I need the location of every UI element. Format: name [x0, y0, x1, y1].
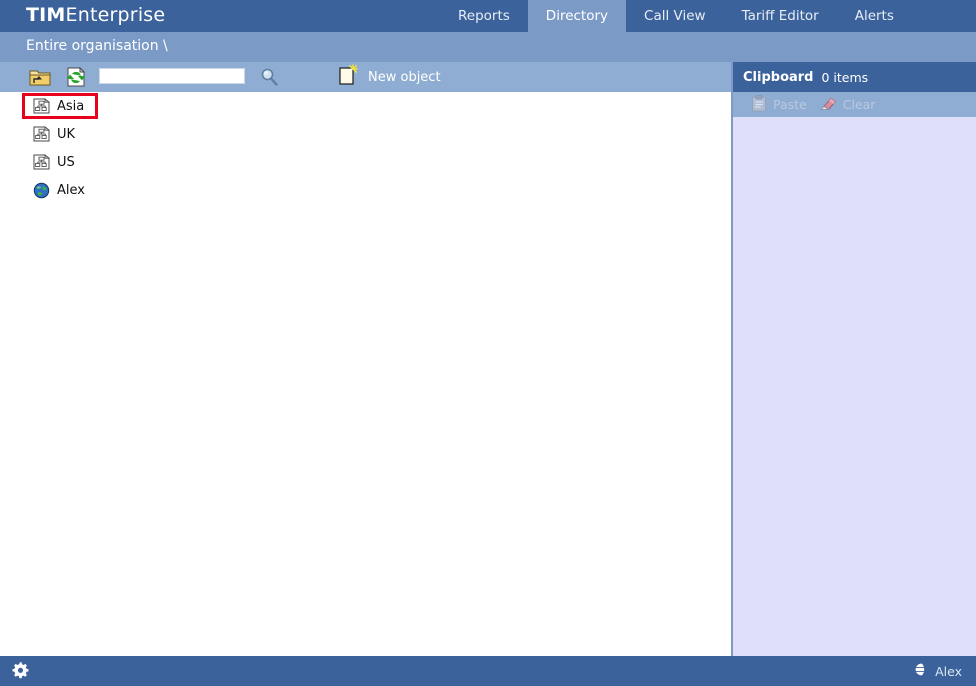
refresh-icon[interactable]	[64, 65, 88, 89]
tab-call-view[interactable]: Call View	[626, 0, 724, 32]
clipboard-icon	[751, 94, 767, 115]
gear-icon[interactable]	[10, 661, 30, 681]
list-item-label: Alex	[57, 182, 85, 198]
tab-tariff-editor[interactable]: Tariff Editor	[724, 0, 837, 32]
footer-bar: Alex	[0, 656, 976, 686]
directory-tree: Asia UK US Alex	[0, 92, 731, 204]
site-icon	[32, 125, 50, 143]
user-globe-icon	[914, 662, 929, 680]
tab-reports[interactable]: Reports	[440, 0, 528, 32]
list-item[interactable]: US	[0, 148, 731, 176]
clipboard-count: 0 items	[821, 69, 869, 85]
clipboard-body	[733, 117, 976, 656]
clear-button[interactable]: Clear	[817, 95, 876, 114]
breadcrumb-bar: Entire organisation \	[0, 32, 976, 62]
list-item-label: UK	[57, 126, 76, 142]
top-bar: TIMEnterprise Reports Directory Call Vie…	[0, 0, 976, 32]
clipboard-title: Clipboard	[743, 69, 814, 85]
tab-alerts[interactable]: Alerts	[837, 0, 912, 32]
site-icon	[32, 153, 50, 171]
brand-light: Enterprise	[65, 4, 166, 26]
paste-button[interactable]: Paste	[751, 94, 807, 115]
list-item[interactable]: Asia	[0, 92, 731, 120]
clipboard-panel: Clipboard 0 items Paste Clear	[731, 62, 976, 656]
tab-directory[interactable]: Directory	[527, 0, 627, 32]
eraser-icon	[817, 95, 837, 114]
folder-up-icon[interactable]	[28, 65, 52, 89]
globe-icon	[32, 181, 50, 199]
clipboard-header: Clipboard 0 items	[733, 62, 976, 92]
list-item[interactable]: UK	[0, 120, 731, 148]
breadcrumb[interactable]: Entire organisation \	[26, 38, 168, 54]
directory-content: Asia UK US Alex	[0, 92, 731, 656]
clear-label: Clear	[842, 97, 876, 112]
paste-label: Paste	[773, 97, 807, 112]
current-user-name: Alex	[935, 663, 962, 679]
list-item-label: Asia	[57, 98, 85, 114]
application-window: TIMEnterprise Reports Directory Call Vie…	[0, 0, 976, 686]
main-nav-tabs: Reports Directory Call View Tariff Edito…	[440, 0, 912, 32]
list-item[interactable]: Alex	[0, 176, 731, 204]
list-item-label: US	[57, 154, 75, 170]
site-icon	[32, 97, 50, 115]
brand-bold: TIM	[26, 4, 66, 26]
clipboard-actions: Paste Clear	[733, 92, 976, 117]
app-brand: TIMEnterprise	[26, 4, 165, 26]
search-input[interactable]	[99, 68, 245, 84]
current-user[interactable]: Alex	[914, 662, 962, 680]
